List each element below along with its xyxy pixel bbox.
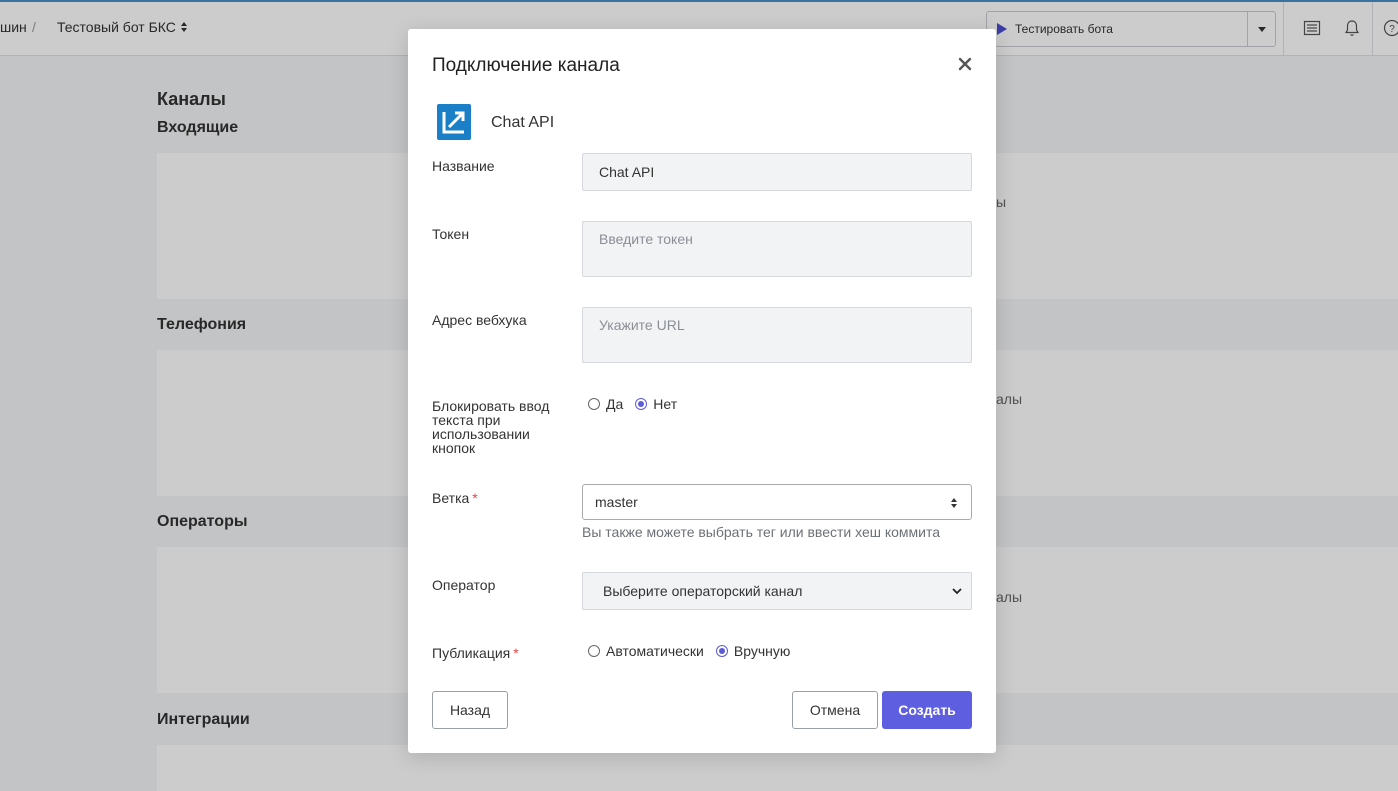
- radio-manual[interactable]: [715, 645, 728, 657]
- create-button[interactable]: Создать: [882, 691, 972, 729]
- operator-label: Оператор: [432, 577, 496, 593]
- branch-help-text: Вы также можете выбрать тег или ввести х…: [582, 524, 941, 540]
- required-mark: *: [472, 490, 478, 506]
- token-label: Токен: [432, 226, 470, 242]
- cancel-button[interactable]: Отмена: [792, 691, 878, 729]
- operator-select[interactable]: Выберите операторский канал: [582, 572, 972, 610]
- radio-yes-label: Да: [606, 396, 624, 412]
- webhook-label: Адрес вебхука: [432, 312, 527, 328]
- block-input-yes-option[interactable]: Да: [588, 396, 623, 412]
- radio-yes[interactable]: [588, 398, 600, 410]
- channel-name: Chat API: [491, 114, 555, 131]
- publication-label: Публикация *: [432, 646, 519, 660]
- chat-api-logo-icon: [437, 104, 471, 140]
- block-input-no-option[interactable]: Нет: [635, 396, 677, 412]
- publication-label-text: Публикация: [432, 645, 511, 661]
- webhook-url-input[interactable]: [582, 307, 972, 363]
- sort-icon: [951, 498, 958, 508]
- name-input[interactable]: [582, 153, 972, 191]
- required-mark: *: [513, 645, 519, 661]
- operator-select-value: Выберите операторский канал: [603, 583, 803, 599]
- modal-title: Подключение канала: [432, 55, 620, 76]
- token-input[interactable]: [582, 221, 972, 277]
- connect-channel-modal: Подключение канала Chat API Название Ток…: [408, 29, 996, 753]
- block-input-label: Блокировать ввод текста при использовани…: [432, 398, 550, 456]
- publication-radio-group: Автоматически Вручную: [588, 643, 802, 659]
- radio-manual-label: Вручную: [733, 643, 791, 659]
- name-label: Название: [432, 158, 495, 174]
- radio-auto-label: Автоматически: [606, 643, 704, 659]
- branch-label: Ветка *: [432, 491, 478, 505]
- radio-auto[interactable]: [588, 645, 600, 657]
- block-input-radio-group: Да Нет: [588, 396, 689, 412]
- radio-no[interactable]: [635, 398, 648, 410]
- close-icon[interactable]: [957, 56, 973, 72]
- publication-auto-option[interactable]: Автоматически: [588, 643, 704, 659]
- branch-label-text: Ветка: [432, 490, 470, 506]
- branch-value: master: [595, 494, 638, 510]
- radio-no-label: Нет: [653, 396, 678, 412]
- branch-select[interactable]: master: [582, 484, 972, 520]
- chevron-down-icon: [952, 588, 962, 595]
- publication-manual-option[interactable]: Вручную: [715, 643, 791, 659]
- back-button[interactable]: Назад: [432, 691, 508, 729]
